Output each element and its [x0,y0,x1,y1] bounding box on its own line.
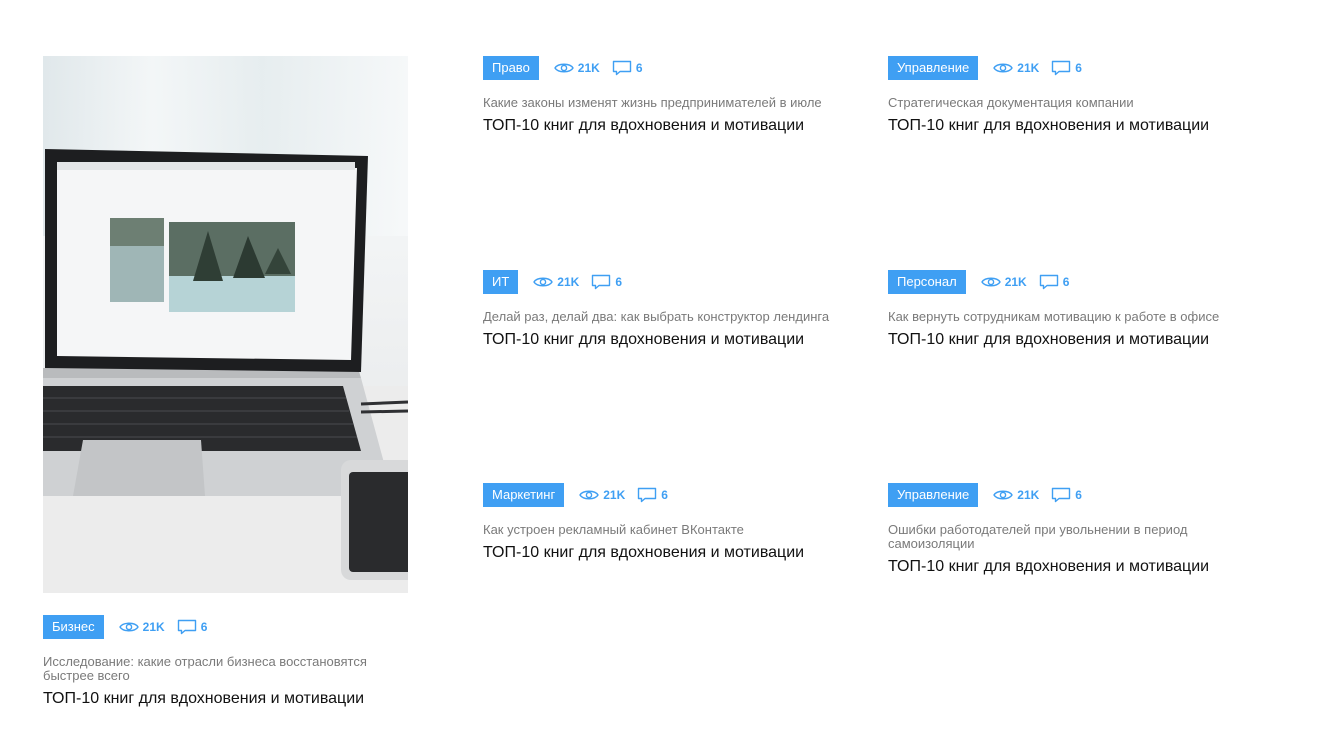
category-tag[interactable]: ИТ [483,270,519,294]
comments-counter[interactable]: 6 [637,487,668,503]
views-counter: 21K [993,488,1039,502]
article-subtitle: Какие законы изменят жизнь предпринимате… [483,95,822,110]
comment-icon [177,619,196,635]
views-counter: 21K [533,275,579,289]
views-count: 21K [1004,275,1027,289]
eye-icon [553,63,574,73]
article-subtitle: Делай раз, делай два: как выбрать констр… [483,309,830,324]
article-subtitle: Ошибки работодателей при увольнении в пе… [888,522,1188,551]
category-tag[interactable]: Маркетинг [483,483,565,507]
eye-icon [533,277,554,287]
article-meta: Управление 21K 6 [888,56,1248,80]
comments-count: 6 [200,620,208,634]
article-title[interactable]: ТОП-10 книг для вдохновения и мотивации [888,557,1218,577]
article-title[interactable]: ТОП-10 книг для вдохновения и мотивации [483,330,843,350]
comments-count: 6 [1075,61,1082,75]
article-meta: ИТ 21K 6 [483,270,843,294]
article-title[interactable]: ТОП-10 книг для вдохновения и мотивации [888,330,1248,350]
article-title[interactable]: ТОП-10 книг для вдохновения и мотивации [43,689,408,709]
views-count: 21K [577,61,600,75]
eye-icon [993,63,1014,73]
comments-count: 6 [661,488,668,502]
article-card[interactable]: ИТ 21K 6 Делай раз, делай два: как выбра… [483,270,843,350]
featured-article-card[interactable]: Бизнес 21K 6 Исследование: какие отрасли… [43,56,408,709]
article-card[interactable]: Персонал 21K 6 Как вернуть сотрудникам м… [888,270,1248,350]
laptop-photo[interactable] [43,56,408,593]
category-tag[interactable]: Персонал [888,270,966,294]
views-count: 21K [142,620,165,634]
comment-icon [1052,60,1071,76]
comment-icon [1052,487,1071,503]
article-subtitle: Исследование: какие отрасли бизнеса восс… [43,654,367,683]
views-counter: 21K [993,61,1039,75]
views-count: 21K [1017,488,1040,502]
views-counter: 21K [118,620,165,634]
views-count: 21K [1017,61,1040,75]
views-counter: 21K [579,488,625,502]
comments-counter[interactable]: 6 [1051,60,1082,76]
category-tag[interactable]: Управление [888,483,979,507]
article-title[interactable]: ТОП-10 книг для вдохновения и мотивации [483,543,843,563]
comment-icon [592,274,611,290]
article-subtitle: Как вернуть сотрудникам мотивацию к рабо… [888,309,1220,324]
article-meta: Право 21K 6 [483,56,843,80]
article-meta: Маркетинг 21K 6 [483,483,843,507]
article-card[interactable]: Управление 21K 6 Стратегическая документ… [888,56,1248,136]
article-meta: Персонал 21K 6 [888,270,1248,294]
views-counter: 21K [980,275,1027,289]
eye-icon [980,277,1001,287]
eye-icon [579,490,600,500]
laptop-illustration [43,149,408,593]
comments-counter[interactable]: 6 [177,619,208,635]
article-title[interactable]: ТОП-10 книг для вдохновения и мотивации [888,116,1248,136]
comments-count: 6 [1062,275,1070,289]
comment-icon [638,487,657,503]
category-tag[interactable]: Бизнес [43,615,104,639]
views-count: 21K [557,275,580,289]
comments-counter[interactable]: 6 [1051,487,1082,503]
comments-count: 6 [1075,488,1082,502]
views-count: 21K [603,488,626,502]
eye-icon [118,622,139,632]
views-counter: 21K [553,61,600,75]
article-subtitle: Как устроен рекламный кабинет ВКонтакте [483,522,744,537]
comments-counter[interactable]: 6 [612,60,643,76]
comments-counter[interactable]: 6 [1039,274,1070,290]
comment-icon [1039,274,1058,290]
article-meta: Бизнес 21K 6 [43,615,408,639]
comments-counter[interactable]: 6 [591,274,622,290]
article-title[interactable]: ТОП-10 книг для вдохновения и мотивации [483,116,843,136]
article-meta: Управление 21K 6 [888,483,1218,507]
eye-icon [993,490,1014,500]
comment-icon [612,60,632,76]
article-card[interactable]: Маркетинг 21K 6 Как устроен рекламный ка… [483,483,843,563]
comments-count: 6 [635,61,643,75]
category-tag[interactable]: Право [483,56,539,80]
article-card[interactable]: Право 21K 6 Какие законы изменят жизнь п… [483,56,843,136]
category-tag[interactable]: Управление [888,56,979,80]
article-subtitle: Стратегическая документация компании [888,95,1134,110]
comments-count: 6 [615,275,622,289]
article-card[interactable]: Управление 21K 6 Ошибки работодателей пр… [888,483,1218,577]
